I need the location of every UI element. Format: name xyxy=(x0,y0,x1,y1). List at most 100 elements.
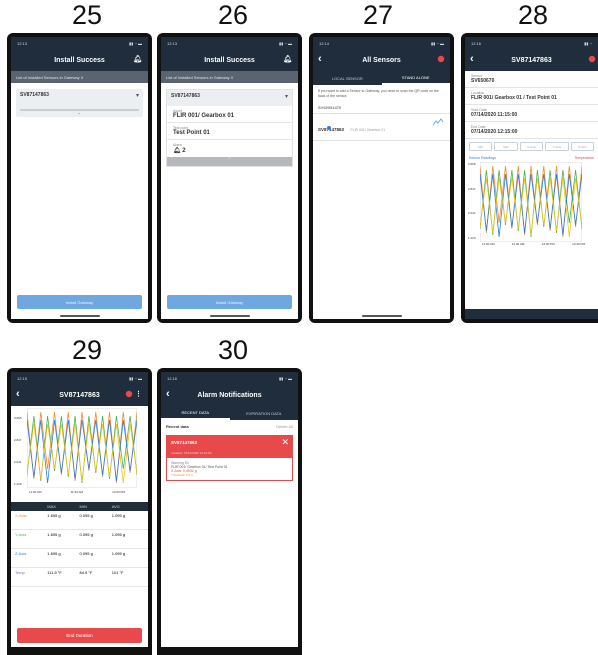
step-number-27: 27 xyxy=(362,0,394,30)
z-axis-button[interactable]: Z-Axis xyxy=(570,142,595,151)
step-number-25: 25 xyxy=(71,0,103,30)
test-point-field: Test point Test Point 01 xyxy=(167,123,292,140)
x-tick: 11:30 AM xyxy=(70,490,84,494)
stats-cell: 1.695 g xyxy=(47,551,61,556)
delete-all-link[interactable]: Delete All xyxy=(276,424,293,429)
page-title: Alarm Notifications xyxy=(197,391,262,399)
more-options-icon[interactable]: ⋮ xyxy=(135,390,142,398)
recent-label: Recent data xyxy=(166,424,189,429)
alarm-subline: Installed: 07/14/2020 12:01:00 xyxy=(167,450,292,458)
y-tick: 2.041 xyxy=(14,460,22,464)
status-time: 12:16 xyxy=(471,40,482,46)
status-time: 12:13 xyxy=(167,40,178,46)
alert-icon[interactable] xyxy=(437,55,445,63)
stats-cell: 1.095 g xyxy=(111,532,126,537)
y-tick: 3.665 xyxy=(468,162,476,166)
bell-icon[interactable]: 🔔︎ xyxy=(283,55,292,63)
x-tick: 11:00 AM xyxy=(29,490,42,494)
chevron-down-icon[interactable]: ⌄ xyxy=(78,110,81,115)
page-title: SV87147863 xyxy=(511,56,552,64)
x-tick: 11:30 AM xyxy=(511,242,525,246)
subtitle-bar: List of Installed Sensors in Gateway X xyxy=(11,71,148,83)
signal-icons: ▮▮ ◔ xyxy=(584,40,592,46)
stats-header: MIN xyxy=(79,504,87,509)
test-point-value: Test Point 01 xyxy=(173,130,210,136)
stats-header: MAX xyxy=(47,504,56,509)
end-date-field[interactable]: End Date 07/14/2020 12:15:00 xyxy=(465,122,598,139)
back-arrow-icon[interactable]: ‹ xyxy=(318,53,322,65)
status-time: 12:13 xyxy=(17,40,28,46)
tab-local-sensor[interactable]: LOCAL SENSOR xyxy=(313,71,382,85)
x-tick: 11:00 AM xyxy=(482,242,495,246)
status-time: 12:14 xyxy=(319,40,330,46)
stats-cell: 0.095 g xyxy=(79,532,93,537)
stats-row-label: Temp xyxy=(15,570,25,575)
alert-icon[interactable] xyxy=(588,55,596,63)
group-header: SV65051470 xyxy=(313,102,450,114)
back-arrow-icon[interactable]: ‹ xyxy=(166,388,170,400)
alarm-card-header: SV87147863 ✕ xyxy=(167,436,292,450)
y-tick: 1.229 xyxy=(468,235,476,240)
page-title: Install Success xyxy=(54,56,105,64)
alarm-sensor-id: SV87147863 xyxy=(171,440,198,445)
install-gateway-button[interactable]: Install Gateway xyxy=(167,295,292,309)
end-date-value: 07/14/2020 12:15:00 xyxy=(471,129,518,135)
min-button[interactable]: Min xyxy=(469,142,493,151)
y-tick: 2.847 xyxy=(468,186,476,191)
stats-cell: 111.5 °F xyxy=(47,570,62,575)
wifi-icon: ▾ xyxy=(284,94,288,100)
tab-stand-alone[interactable]: STAND ALONE xyxy=(381,71,450,85)
status-bar: 12:16 ▮▮ ◔ xyxy=(465,37,598,49)
x-tick: 12:30 PM xyxy=(572,242,585,246)
tab-recent-data[interactable]: RECENT DATA xyxy=(161,406,230,420)
back-arrow-icon[interactable]: ‹ xyxy=(470,53,474,65)
step-number-26: 26 xyxy=(217,0,249,30)
alarm-body: Warning Rx FLIR 001/ Gearbox 01/ Test Po… xyxy=(167,458,292,480)
close-icon[interactable]: ✕ xyxy=(281,437,289,448)
page-title: SV87147863 xyxy=(59,391,100,399)
nav-bar: ‹ SV87147863 xyxy=(465,49,598,71)
home-indicator xyxy=(59,315,100,317)
sensor-list-item[interactable]: SV87147863 FLIR 001/ Gearbox 01 xyxy=(313,114,450,141)
stats-header-row: MAX MIN AVG xyxy=(11,502,148,511)
subtitle-bar: List of Installed Sensors in Gateway X xyxy=(161,71,298,83)
status-bar: 12:16 ▮▮ ◔ ▬ xyxy=(161,372,298,384)
chart-right-label: Temperature xyxy=(574,156,594,160)
nav-bar: ‹ All Sensors xyxy=(313,49,450,71)
alert-icon[interactable] xyxy=(125,390,133,398)
back-arrow-icon[interactable]: ‹ xyxy=(16,388,20,400)
signal-icons: ▮▮ ◔ ▬ xyxy=(128,40,142,46)
chart-plot-area xyxy=(480,162,582,242)
stats-cell: 84.9 °F xyxy=(79,570,93,575)
y-tick: 3.665 xyxy=(14,416,22,420)
y-axis-button[interactable]: Y-Axis xyxy=(545,142,569,151)
end-duration-button[interactable]: End Duration xyxy=(17,628,142,643)
start-date-field[interactable]: Start Date 07/14/2020 11:15:00 xyxy=(465,105,598,122)
install-gateway-button[interactable]: Install Gateway xyxy=(17,295,142,309)
stats-header xyxy=(15,504,47,509)
stats-row-label: Z-Axis xyxy=(15,551,27,556)
signal-icons: ▮▮ ◔ ▬ xyxy=(278,40,292,46)
bottom-bar xyxy=(11,647,148,655)
bell-icon[interactable]: 🔔︎ xyxy=(133,55,142,63)
y-tick: 2.847 xyxy=(14,438,22,442)
stats-row-temp: Temp 111.5 °F 84.9 °F 101 °F xyxy=(11,568,148,587)
collapse-bar[interactable]: ⌃ xyxy=(167,157,292,166)
status-bar: 12:15 ▮▮ ◔ ▬ xyxy=(11,372,148,384)
sensor-detail-card[interactable]: SV87147863 ▾ Asset FLIR 001/ Gearbox 01 T… xyxy=(166,89,293,167)
signal-icons: ▮▮ ◔ ▬ xyxy=(278,375,292,381)
sensor-id: SV87147863 xyxy=(20,92,49,98)
alarm-row: 🔔︎ 2 xyxy=(173,147,286,154)
phone-screen-27: 12:14 ▮▮ ◔ ▬ ‹ All Sensors LOCAL SENSOR S… xyxy=(309,33,454,323)
stats-cell: 0.095 g xyxy=(79,551,93,556)
status-bar: 12:14 ▮▮ ◔ ▬ xyxy=(313,37,450,49)
sensor-card[interactable]: SV87147863 ▾ ⌄ xyxy=(16,89,143,117)
tab-expiration-data[interactable]: EXPIRATION DATA xyxy=(230,406,299,420)
alarm-card[interactable]: SV87147863 ✕ Installed: 07/14/2020 12:01… xyxy=(166,435,293,481)
x-axis-button[interactable]: X-Axis xyxy=(519,142,544,151)
max-button[interactable]: Max xyxy=(494,142,518,151)
status-bar: 12:13 ▮▮ ◔ ▬ xyxy=(11,37,148,49)
vibration-chart-29: 3.665 2.847 2.041 1.229 11:00 AM 11:30 AM 12:… xyxy=(14,408,145,500)
chart-icon[interactable] xyxy=(432,117,444,127)
stats-cell: 1.095 g xyxy=(111,513,126,518)
